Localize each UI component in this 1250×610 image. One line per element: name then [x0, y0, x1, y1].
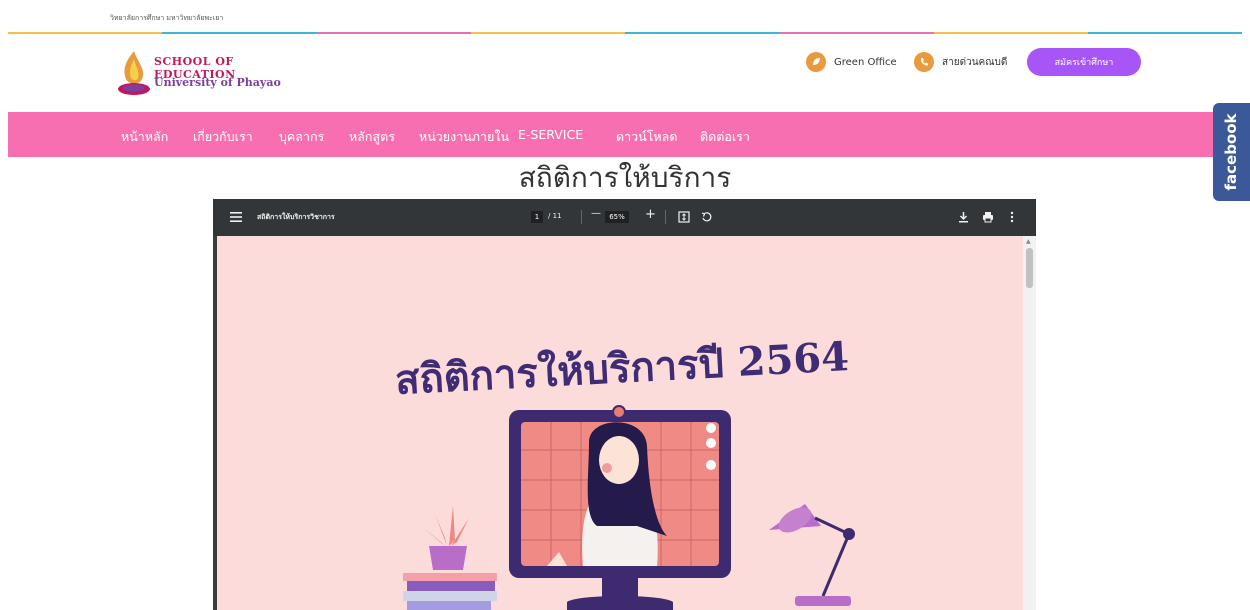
nav-item-about[interactable]: เกี่ยวกับเรา [193, 127, 253, 147]
school-logo[interactable]: SCHOOL OF EDUCATION University of Phayao [114, 47, 304, 99]
more-options-icon[interactable] [1010, 211, 1014, 223]
phone-icon [914, 52, 934, 72]
pdf-title: สถิติการให้บริการวิชาการ [257, 213, 335, 221]
nav-item-curriculum[interactable]: หลักสูตร [349, 127, 395, 147]
color-stripe [8, 32, 1242, 34]
page-total: / 11 [548, 212, 562, 220]
page-number-input[interactable]: 1 [531, 211, 543, 223]
pdf-page: สถิติการให้บริการปี 2564 [217, 236, 1023, 610]
rotate-icon[interactable] [701, 211, 713, 223]
pdf-viewer: สถิติการให้บริการวิชาการ 1 / 11 — 65% + [213, 199, 1036, 610]
nav-item-units[interactable]: หน่วยงานภายใน [419, 127, 509, 147]
fit-page-icon[interactable] [678, 211, 690, 223]
zoom-level-input[interactable]: 65% [605, 211, 629, 223]
dean-hotline-label: สายด่วนคณบดี [942, 56, 1008, 68]
nav-item-contact[interactable]: ติดต่อเรา [700, 127, 750, 147]
menu-icon[interactable] [230, 211, 242, 223]
monitor-illustration [509, 405, 731, 610]
apply-button[interactable]: สมัครเข้าศึกษา [1027, 48, 1141, 76]
page-title: สถิติการให้บริการ [518, 161, 732, 194]
scrollbar-thumb[interactable] [1026, 248, 1033, 288]
print-icon[interactable] [982, 211, 994, 223]
pdf-toolbar: สถิติการให้บริการวิชาการ 1 / 11 — 65% + [213, 199, 1036, 236]
pdf-scrollbar[interactable]: ▲ [1023, 236, 1036, 610]
site-top-text: วิทยาลัยการศึกษา มหาวิทยาลัยพะเยา [110, 14, 224, 22]
green-office-link[interactable]: Green Office [806, 50, 897, 74]
toolbar-divider [665, 210, 666, 224]
plant-on-books-illustration [403, 506, 497, 610]
flame-logo-icon [118, 51, 150, 95]
download-icon[interactable] [958, 211, 969, 223]
toolbar-divider [581, 210, 582, 224]
online-learning-illustration [403, 405, 855, 610]
green-office-label: Green Office [834, 56, 897, 68]
top-bar: วิทยาลัยการศึกษา มหาวิทยาลัยพะเยา [0, 0, 1250, 34]
leaf-icon [806, 52, 826, 72]
dean-hotline-link[interactable]: สายด่วนคณบดี [914, 50, 1007, 74]
site-header: SCHOOL OF EDUCATION University of Phayao… [0, 35, 1250, 111]
main-nav: หน้าหลัก เกี่ยวกับเรา บุคลากร หลักสูตร ห… [8, 112, 1242, 157]
zoom-out-button[interactable]: — [591, 208, 601, 219]
nav-item-personnel[interactable]: บุคลากร [279, 127, 324, 147]
nav-item-eservice[interactable]: E-SERVICE [518, 127, 583, 142]
zoom-in-button[interactable]: + [645, 207, 656, 222]
nav-item-home[interactable]: หน้าหลัก [121, 127, 168, 147]
nav-item-download[interactable]: ดาวน์โหลด [616, 127, 677, 147]
scroll-up-arrow-icon[interactable]: ▲ [1026, 238, 1031, 245]
logo-university-text: University of Phayao [154, 76, 281, 89]
desk-lamp-illustration [769, 504, 855, 606]
